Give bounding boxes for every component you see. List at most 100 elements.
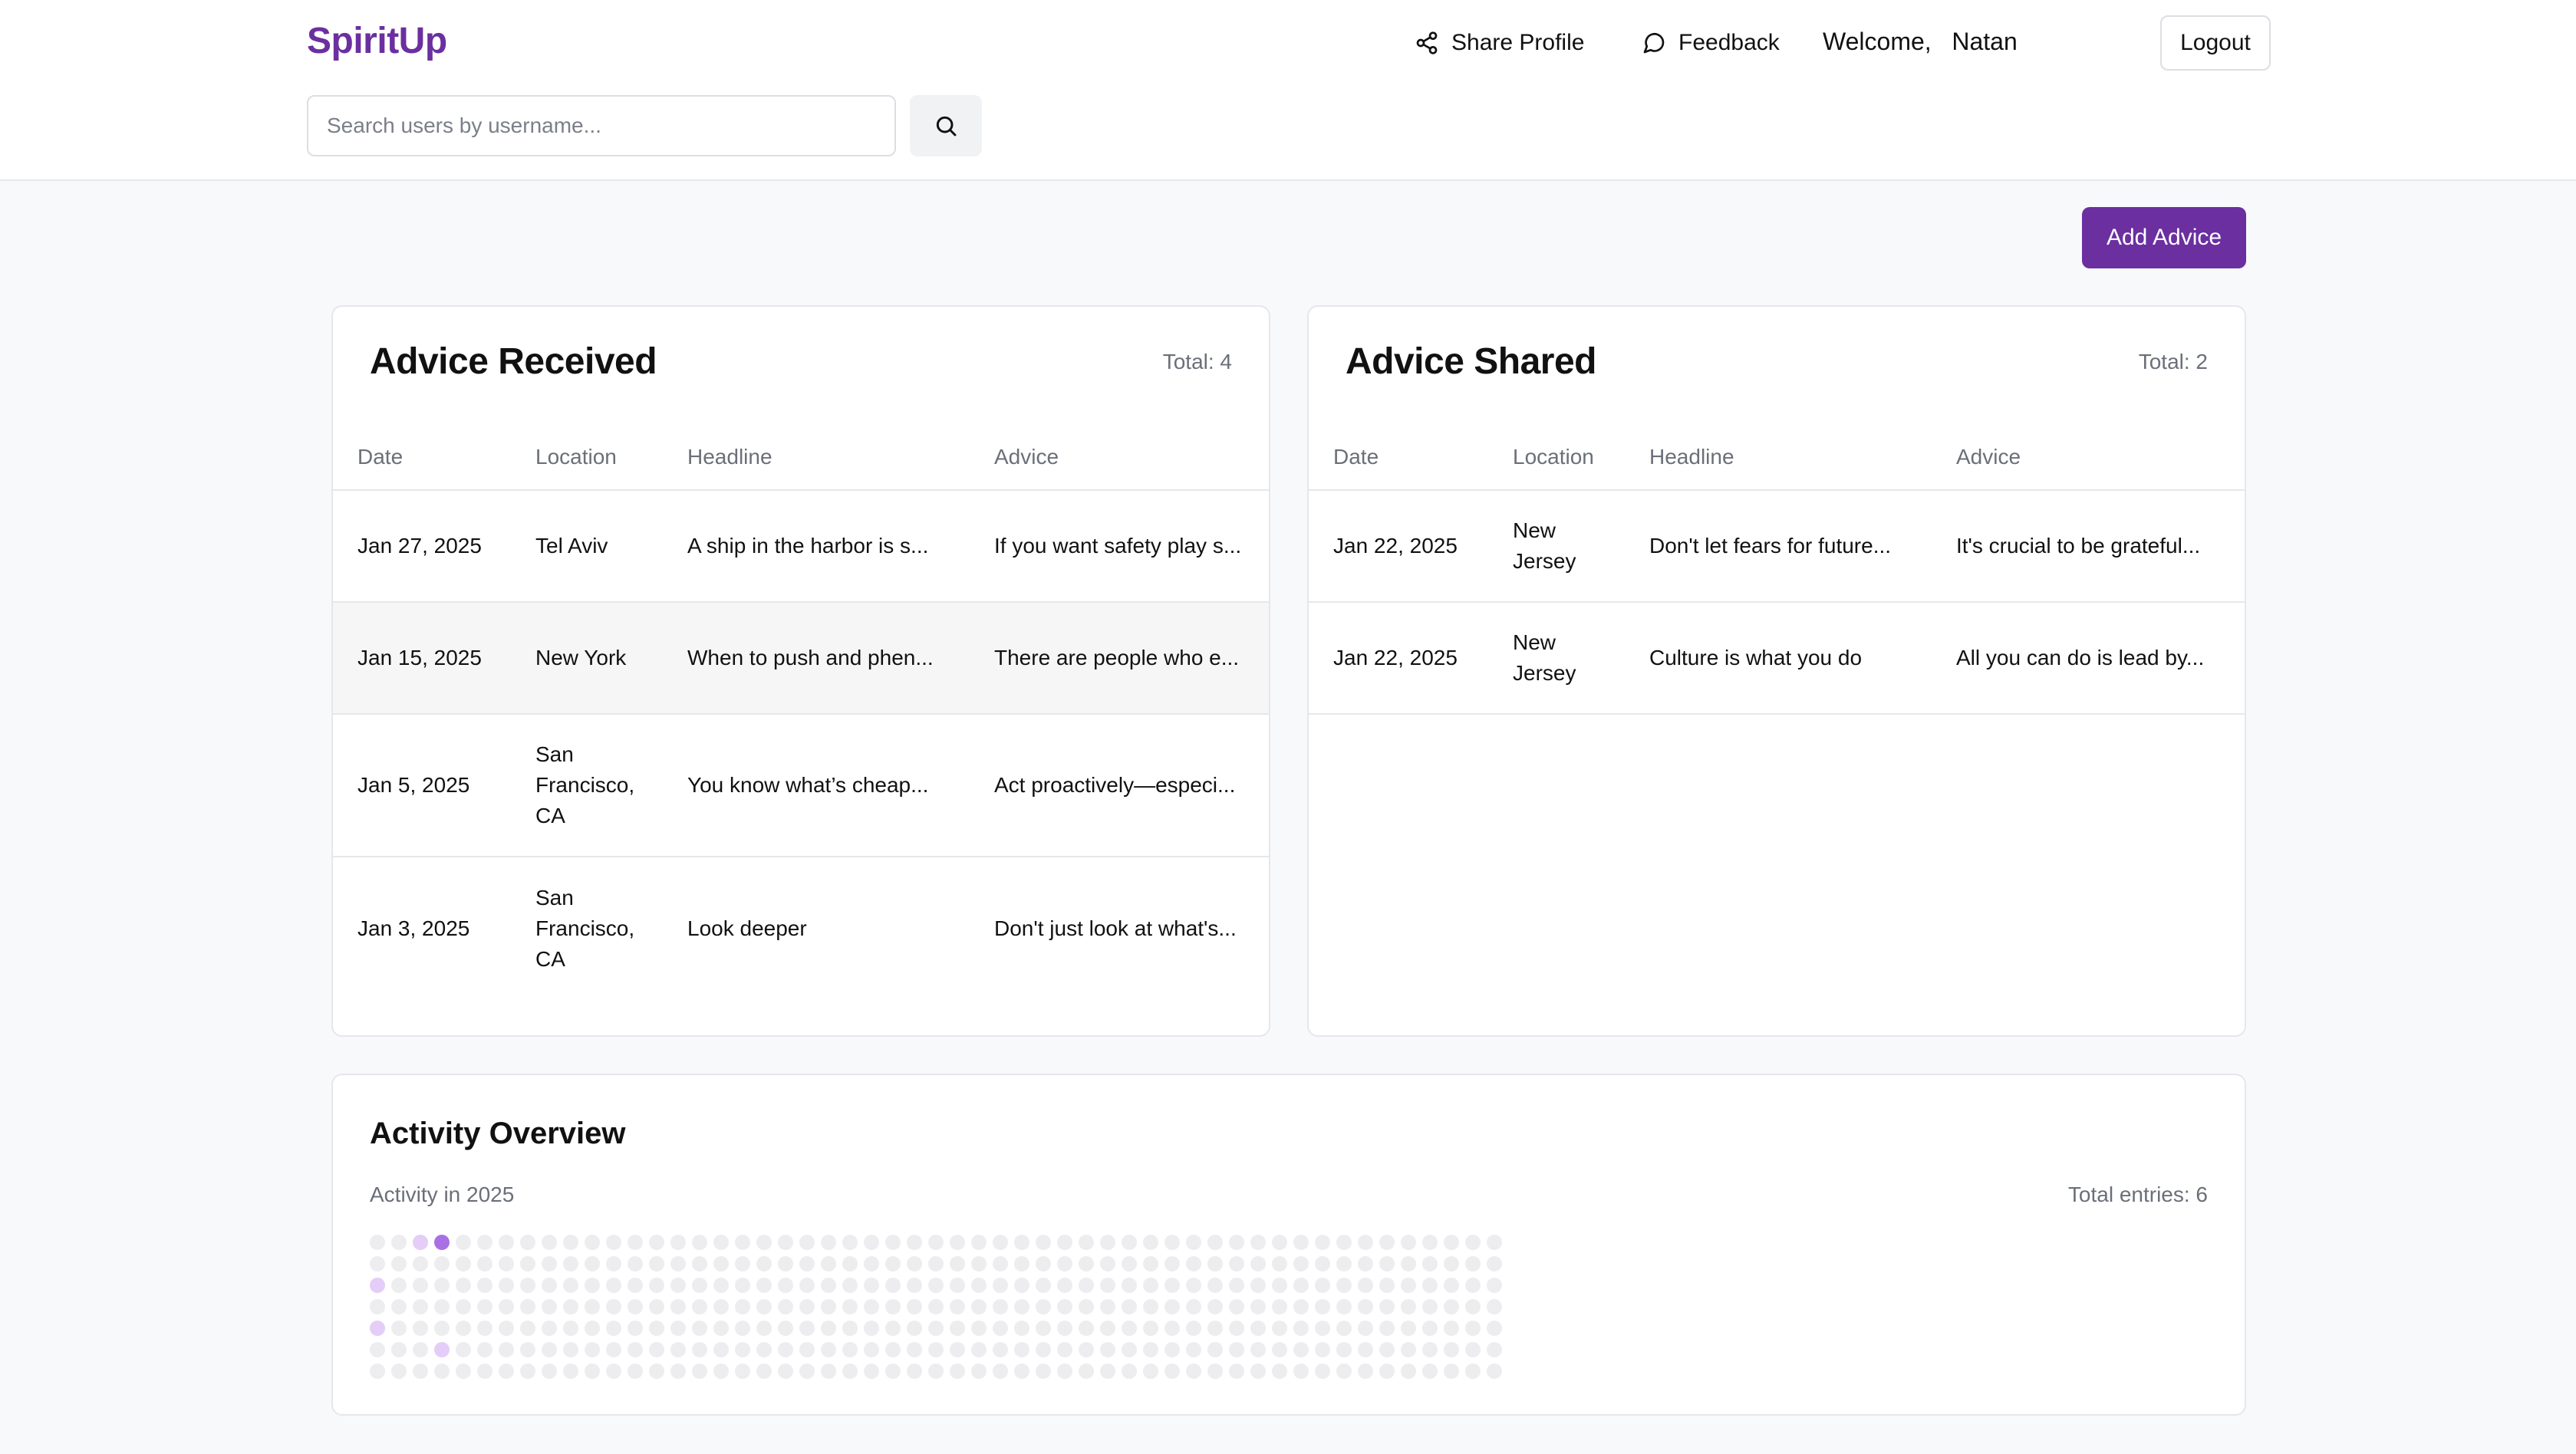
activity-day-cell[interactable] <box>1293 1342 1309 1357</box>
activity-day-cell[interactable] <box>1465 1278 1481 1293</box>
activity-day-cell[interactable] <box>713 1235 729 1250</box>
activity-day-cell[interactable] <box>1186 1256 1201 1271</box>
activity-day-cell[interactable] <box>1487 1256 1502 1271</box>
column-header-headline[interactable]: Headline <box>1649 442 1734 491</box>
activity-day-cell[interactable] <box>928 1299 944 1314</box>
activity-day-cell[interactable] <box>799 1364 815 1379</box>
activity-day-cell[interactable] <box>413 1321 428 1336</box>
activity-day-cell[interactable] <box>670 1256 686 1271</box>
activity-day-cell[interactable] <box>520 1235 535 1250</box>
activity-day-cell[interactable] <box>563 1256 578 1271</box>
activity-day-cell[interactable] <box>821 1235 836 1250</box>
activity-day-cell[interactable] <box>1250 1278 1266 1293</box>
activity-day-cell[interactable] <box>477 1235 492 1250</box>
activity-day-cell[interactable] <box>1444 1342 1459 1357</box>
activity-day-cell[interactable] <box>799 1321 815 1336</box>
activity-day-cell[interactable] <box>735 1278 750 1293</box>
activity-day-cell[interactable] <box>434 1299 450 1314</box>
table-row[interactable]: Jan 15, 2025 New York When to push and p… <box>333 603 1269 715</box>
activity-day-cell[interactable] <box>713 1256 729 1271</box>
activity-day-cell[interactable] <box>434 1278 450 1293</box>
table-row[interactable]: Jan 3, 2025 San Francisco, CA Look deepe… <box>333 857 1269 1000</box>
activity-day-cell[interactable] <box>477 1321 492 1336</box>
activity-day-cell[interactable] <box>606 1278 621 1293</box>
activity-day-cell[interactable] <box>1186 1364 1201 1379</box>
activity-day-cell[interactable] <box>1014 1299 1029 1314</box>
activity-day-cell[interactable] <box>821 1342 836 1357</box>
activity-day-cell[interactable] <box>456 1321 471 1336</box>
activity-day-cell[interactable] <box>1014 1278 1029 1293</box>
activity-day-cell[interactable] <box>993 1256 1008 1271</box>
activity-day-cell[interactable] <box>370 1321 385 1336</box>
activity-day-cell[interactable] <box>1057 1278 1072 1293</box>
activity-day-cell[interactable] <box>1079 1256 1094 1271</box>
activity-day-cell[interactable] <box>1057 1364 1072 1379</box>
activity-day-cell[interactable] <box>477 1256 492 1271</box>
activity-day-cell[interactable] <box>1358 1235 1373 1250</box>
activity-day-cell[interactable] <box>413 1235 428 1250</box>
activity-day-cell[interactable] <box>778 1299 793 1314</box>
activity-day-cell[interactable] <box>520 1256 535 1271</box>
activity-day-cell[interactable] <box>520 1321 535 1336</box>
activity-day-cell[interactable] <box>542 1321 557 1336</box>
activity-day-cell[interactable] <box>971 1299 987 1314</box>
activity-day-cell[interactable] <box>799 1256 815 1271</box>
activity-day-cell[interactable] <box>1122 1256 1137 1271</box>
activity-day-cell[interactable] <box>563 1278 578 1293</box>
activity-day-cell[interactable] <box>1487 1342 1502 1357</box>
activity-day-cell[interactable] <box>1401 1256 1416 1271</box>
activity-day-cell[interactable] <box>1229 1342 1244 1357</box>
activity-day-cell[interactable] <box>477 1278 492 1293</box>
activity-day-cell[interactable] <box>1358 1321 1373 1336</box>
activity-day-cell[interactable] <box>799 1235 815 1250</box>
column-header-date[interactable]: Date <box>1333 442 1379 491</box>
activity-day-cell[interactable] <box>649 1235 664 1250</box>
activity-day-cell[interactable] <box>864 1256 879 1271</box>
activity-day-cell[interactable] <box>1250 1235 1266 1250</box>
activity-day-cell[interactable] <box>907 1364 922 1379</box>
activity-day-cell[interactable] <box>971 1342 987 1357</box>
activity-day-cell[interactable] <box>649 1278 664 1293</box>
activity-day-cell[interactable] <box>670 1342 686 1357</box>
activity-day-cell[interactable] <box>907 1342 922 1357</box>
activity-day-cell[interactable] <box>713 1278 729 1293</box>
activity-day-cell[interactable] <box>950 1321 965 1336</box>
activity-day-cell[interactable] <box>1143 1256 1158 1271</box>
activity-day-cell[interactable] <box>649 1342 664 1357</box>
activity-day-cell[interactable] <box>1401 1299 1416 1314</box>
activity-day-cell[interactable] <box>778 1278 793 1293</box>
activity-day-cell[interactable] <box>542 1256 557 1271</box>
activity-day-cell[interactable] <box>1143 1278 1158 1293</box>
activity-day-cell[interactable] <box>1229 1299 1244 1314</box>
activity-day-cell[interactable] <box>1293 1278 1309 1293</box>
activity-day-cell[interactable] <box>907 1256 922 1271</box>
activity-day-cell[interactable] <box>864 1299 879 1314</box>
activity-day-cell[interactable] <box>1164 1278 1180 1293</box>
activity-day-cell[interactable] <box>1272 1299 1287 1314</box>
activity-day-cell[interactable] <box>1229 1321 1244 1336</box>
activity-day-cell[interactable] <box>907 1278 922 1293</box>
activity-day-cell[interactable] <box>885 1256 901 1271</box>
activity-day-cell[interactable] <box>499 1278 514 1293</box>
activity-day-cell[interactable] <box>1336 1321 1352 1336</box>
activity-day-cell[interactable] <box>971 1256 987 1271</box>
activity-day-cell[interactable] <box>1207 1299 1223 1314</box>
table-row[interactable]: Jan 22, 2025 New Jersey Don't let fears … <box>1309 491 2245 603</box>
activity-day-cell[interactable] <box>1401 1364 1416 1379</box>
activity-day-cell[interactable] <box>756 1278 772 1293</box>
activity-day-cell[interactable] <box>1057 1256 1072 1271</box>
activity-day-cell[interactable] <box>1358 1256 1373 1271</box>
activity-day-cell[interactable] <box>1207 1321 1223 1336</box>
activity-day-cell[interactable] <box>1401 1321 1416 1336</box>
activity-day-cell[interactable] <box>1444 1364 1459 1379</box>
activity-day-cell[interactable] <box>1422 1342 1438 1357</box>
activity-day-cell[interactable] <box>1079 1235 1094 1250</box>
activity-day-cell[interactable] <box>1036 1364 1051 1379</box>
activity-day-cell[interactable] <box>1014 1342 1029 1357</box>
activity-day-cell[interactable] <box>1379 1299 1395 1314</box>
activity-day-cell[interactable] <box>1057 1321 1072 1336</box>
activity-day-cell[interactable] <box>1315 1342 1330 1357</box>
activity-day-cell[interactable] <box>370 1342 385 1357</box>
activity-day-cell[interactable] <box>1379 1321 1395 1336</box>
activity-day-cell[interactable] <box>456 1364 471 1379</box>
